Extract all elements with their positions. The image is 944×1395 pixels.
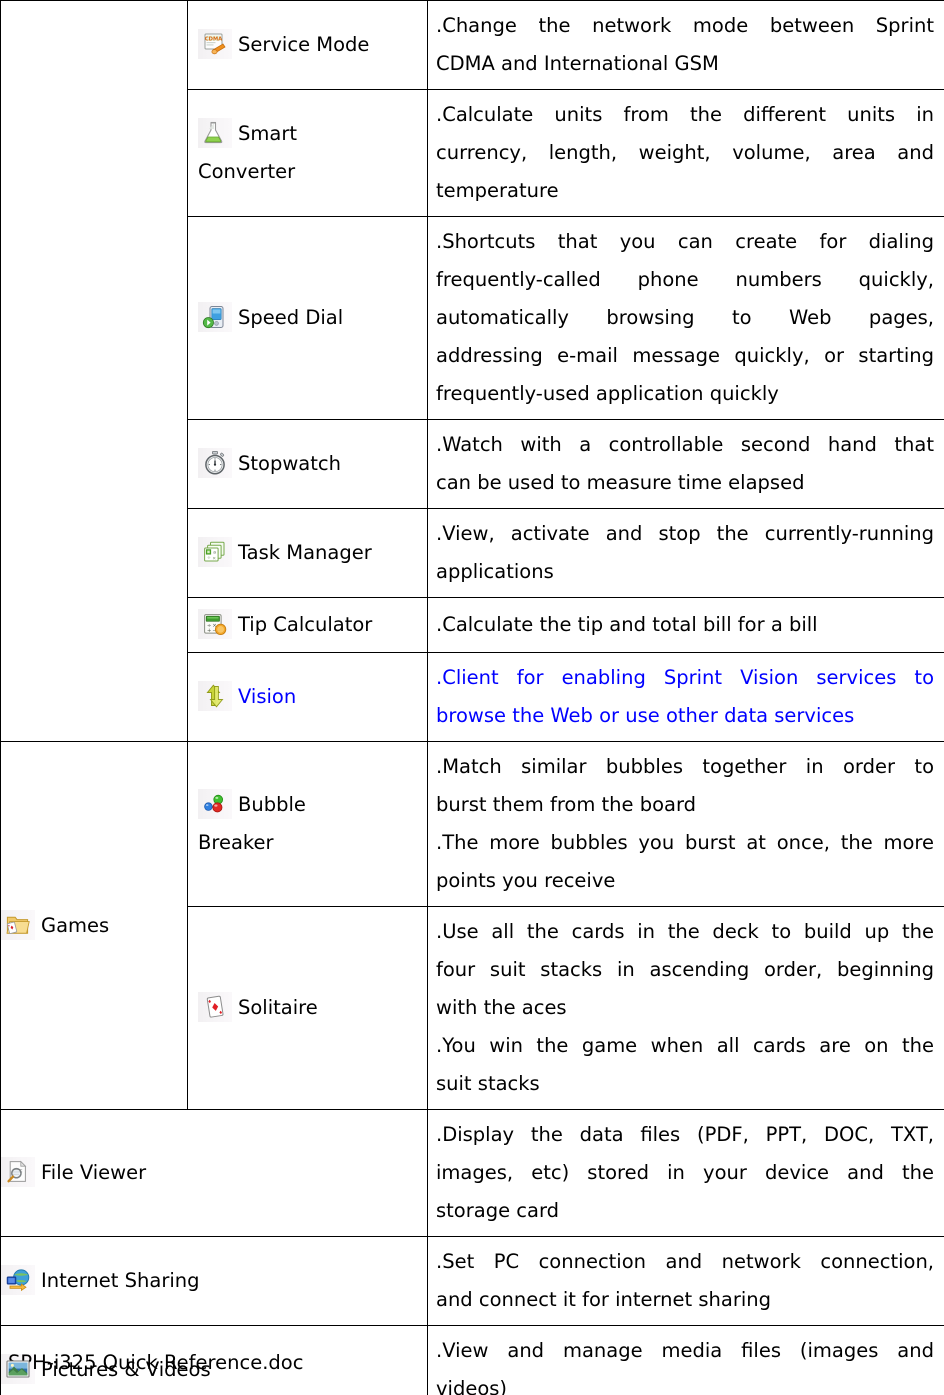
description-line: automatically browsing to Web pages, xyxy=(436,306,934,329)
app-name-cell: Vision xyxy=(187,652,428,742)
app-description-cell: .Display the data files (PDF, PPT, DOC, … xyxy=(427,1109,944,1237)
app-name-cell: File Viewer xyxy=(0,1109,428,1237)
app-name-label: Speed Dial xyxy=(238,306,344,329)
app-description-cell: .Set PC connection and network connectio… xyxy=(427,1236,944,1326)
file-viewer-icon xyxy=(1,1157,35,1187)
app-name-label: Smart xyxy=(238,122,297,145)
stopwatch-icon xyxy=(198,448,232,478)
games-folder-icon xyxy=(1,909,35,940)
description-line: addressing e-mail message quickly, or st… xyxy=(436,344,934,367)
vision-arrows-icon xyxy=(198,681,232,711)
description-line: frequently-called phone numbers quickly, xyxy=(436,268,934,291)
svg-text:CDMA: CDMA xyxy=(205,36,222,42)
description-line: .Set PC connection and network connectio… xyxy=(436,1250,934,1273)
description-line: can be used to measure time elapsed xyxy=(436,471,805,494)
description-line: suit stacks xyxy=(436,1072,540,1095)
app-description-cell: .Watch with a controllable second hand t… xyxy=(427,419,944,509)
description-line: .Calculate the tip and total bill for a … xyxy=(436,613,818,636)
table-row: File Viewer .Display the data files (PDF,… xyxy=(0,1109,944,1237)
tip-calculator-icon: ÷ × + − xyxy=(198,609,232,639)
table-row: CDMA Service Mode .Change the network mod… xyxy=(0,0,944,742)
app-name-label: Vision xyxy=(238,685,297,708)
internet-sharing-icon xyxy=(1,1265,35,1295)
app-group-cell xyxy=(0,0,188,742)
app-name-label: File Viewer xyxy=(41,1161,147,1184)
description-line: .Watch with a controllable second hand t… xyxy=(436,433,934,456)
description-line: .Client for enabling Sprint Vision servi… xyxy=(436,666,934,689)
app-name-cell: Solitaire xyxy=(187,906,428,1110)
description-line: .You win the game when all cards are on … xyxy=(436,1034,934,1057)
app-group-cell: Games xyxy=(0,741,188,1110)
app-name-label: Stopwatch xyxy=(238,452,341,475)
app-description-cell: .Calculate the tip and total bill for a … xyxy=(427,597,944,653)
pictures-videos-icon xyxy=(1,1354,35,1384)
app-name-label-cont: Breaker xyxy=(198,831,274,854)
speed-dial-phone-icon xyxy=(198,302,232,332)
svg-text:a: a xyxy=(213,550,216,555)
cdma-service-mode-icon: CDMA xyxy=(198,29,232,59)
bubble-breaker-icon xyxy=(198,789,232,819)
app-name-cell: CDMA Service Mode xyxy=(187,0,428,90)
app-description-cell: .View, activate and stop the currently-r… xyxy=(427,508,944,598)
description-line: points you receive xyxy=(436,869,616,892)
app-description-cell: .Shortcuts that you can create for diali… xyxy=(427,216,944,420)
description-line: four suit stacks in ascending order, beg… xyxy=(436,958,934,981)
app-description-cell: .Match similar bubbles together in order… xyxy=(427,741,944,907)
description-line: storage card xyxy=(436,1199,559,1222)
footer-filename: SPH-i325 Quick Reference.doc xyxy=(8,1351,304,1374)
app-description-cell: .View and manage media files (images and… xyxy=(427,1325,944,1395)
table-body: CDMA Service Mode .Change the network mod… xyxy=(0,0,944,1395)
app-name-cell: Stopwatch xyxy=(187,419,428,509)
svg-text:+: + xyxy=(207,628,211,634)
svg-text:÷: ÷ xyxy=(207,556,211,561)
description-line: .Shortcuts that you can create for diali… xyxy=(436,230,934,253)
app-name-cell: Bubble Breaker xyxy=(187,741,428,907)
description-line: .Calculate units from the different unit… xyxy=(436,103,934,126)
description-line: .Match similar bubbles together in order… xyxy=(436,755,934,778)
description-line: .Change the network mode between Sprint xyxy=(436,14,934,37)
app-group-label: Games xyxy=(41,913,110,937)
description-line: applications xyxy=(436,560,554,583)
table-row: Games Bubble Breaker .Match similar bubble… xyxy=(0,741,944,1110)
applications-table: CDMA Service Mode .Change the network mod… xyxy=(0,0,944,1395)
app-name-cell: Smart Converter xyxy=(187,89,428,217)
app-name-label-cont: Converter xyxy=(198,160,296,183)
app-name-label: Tip Calculator xyxy=(238,613,373,636)
app-name-label: Service Mode xyxy=(238,33,370,56)
description-line: browse the Web or use other data service… xyxy=(436,704,855,727)
svg-text:×: × xyxy=(212,555,216,561)
description-line: .Use all the cards in the deck to build … xyxy=(436,920,934,943)
description-line: temperature xyxy=(436,179,559,202)
app-name-cell: Speed Dial xyxy=(187,216,428,420)
document-page: CDMA Service Mode .Change the network mod… xyxy=(0,0,944,1395)
description-line: .View, activate and stop the currently-r… xyxy=(436,522,934,545)
description-line: and connect it for internet sharing xyxy=(436,1288,772,1311)
description-line: currency, length, weight, volume, area a… xyxy=(436,141,934,164)
app-description-cell: .Use all the cards in the deck to build … xyxy=(427,906,944,1110)
task-manager-icon: a ÷ × xyxy=(198,537,232,567)
app-description-cell: .Calculate units from the different unit… xyxy=(427,89,944,217)
description-line: frequently-used application quickly xyxy=(436,382,779,405)
app-name-cell: a ÷ × Task Manager xyxy=(187,508,428,598)
app-description-cell: .Change the network mode between Sprint C… xyxy=(427,0,944,90)
table-row: Internet Sharing .Set PC connection and n… xyxy=(0,1236,944,1326)
description-line: .View and manage media files (images and xyxy=(436,1339,934,1362)
app-name-label: Internet Sharing xyxy=(41,1269,200,1292)
app-name-label: Task Manager xyxy=(238,541,372,564)
page-footer: SPH-i325 Quick Reference.doc 21/28 xyxy=(8,1322,303,1395)
app-name-label: Solitaire xyxy=(238,996,318,1019)
description-line: .Display the data files (PDF, PPT, DOC, … xyxy=(436,1123,934,1146)
app-name-cell: Internet Sharing xyxy=(0,1236,428,1326)
description-line: images, etc) stored in your device and t… xyxy=(436,1161,934,1184)
app-name-cell: ÷ × + − Tip Calculator xyxy=(187,597,428,653)
solitaire-card-icon xyxy=(198,992,232,1022)
description-line: with the aces xyxy=(436,996,567,1019)
app-name-label: Bubble xyxy=(238,793,306,816)
description-line: .The more bubbles you burst at once, the… xyxy=(436,831,934,854)
app-description-cell: .Client for enabling Sprint Vision servi… xyxy=(427,652,944,742)
smart-converter-flask-icon xyxy=(198,118,232,148)
description-line: videos) xyxy=(436,1377,508,1395)
description-line: CDMA and International GSM xyxy=(436,52,719,75)
description-line: burst them from the board xyxy=(436,793,697,816)
